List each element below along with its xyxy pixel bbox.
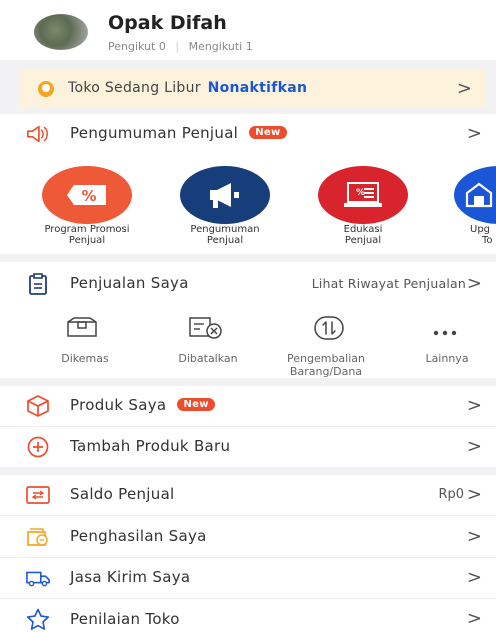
shop-name: Opak Difah <box>108 12 227 34</box>
megaphone-outline-icon <box>26 122 50 146</box>
add-new-product-label: Tambah Produk Baru <box>70 437 231 455</box>
chevron-right-icon: > <box>466 526 482 547</box>
seller-education-button[interactable]: % <box>318 166 408 224</box>
deactivate-holiday-link[interactable]: Nonaktifkan <box>208 80 308 96</box>
my-sales-row[interactable]: Penjualan Saya Lihat Riwayat Penjualan > <box>0 262 496 304</box>
my-shipping-service-row[interactable]: Jasa Kirim Saya > <box>0 558 496 598</box>
shop-icon <box>465 182 493 208</box>
my-products-label: Produk Saya <box>70 396 167 414</box>
cancelled-status-button[interactable] <box>188 316 228 340</box>
more-status-button[interactable] <box>432 322 462 336</box>
my-income-label: Penghasilan Saya <box>70 527 207 545</box>
seller-education-label: Edukasi Penjual <box>343 224 383 246</box>
star-icon <box>26 607 50 631</box>
cancelled-box-icon <box>189 317 222 339</box>
seller-balance-value: Rp0 <box>438 487 464 502</box>
quick-links-section: % % Program Promosi Penjual Pengumuman P… <box>0 154 496 254</box>
upgrade-shop-label: Upg To <box>470 224 493 246</box>
cancelled-status-label: Dibatalkan <box>178 352 238 365</box>
order-status-section: Dikemas Dibatalkan Pengembalian Barang/D… <box>0 304 496 378</box>
follow-stats: Pengikut 0 | Mengikuti 1 <box>108 40 253 53</box>
packing-status-button[interactable] <box>65 316 105 340</box>
laptop-icon: % <box>344 182 382 207</box>
chevron-right-icon: > <box>466 395 482 416</box>
new-badge: New <box>249 126 287 139</box>
my-income-row[interactable]: Penghasilan Saya > <box>0 516 496 557</box>
chevron-right-icon: > <box>466 436 482 457</box>
seller-announcement-button[interactable] <box>180 166 270 224</box>
packing-status-label: Dikemas <box>61 352 109 365</box>
svg-text:%: % <box>356 188 365 198</box>
clipboard-icon <box>26 272 50 296</box>
add-circle-icon <box>26 435 50 459</box>
avatar[interactable] <box>34 14 88 50</box>
add-new-product-row[interactable]: Tambah Produk Baru > <box>0 427 496 467</box>
seller-balance-label: Saldo Penjual <box>70 485 175 503</box>
followers-count[interactable]: Pengikut 0 <box>108 40 166 53</box>
discount-tag-icon: % <box>67 185 106 205</box>
chevron-right-icon: > <box>466 567 482 588</box>
megaphone-icon <box>210 183 239 208</box>
shop-rating-row[interactable]: Penilaian Toko > <box>0 599 496 632</box>
announcement-label: Pengumuman Penjual <box>70 124 239 142</box>
seller-announcement-row[interactable]: Pengumuman Penjual New > <box>0 114 496 154</box>
seller-announcement-label: Pengumuman Penjual <box>190 224 260 246</box>
holiday-text: Toko Sedang Libur Nonaktifkan <box>68 80 308 96</box>
return-refund-status-label: Pengembalian Barang/Dana <box>287 352 365 378</box>
more-dots-icon <box>433 330 457 336</box>
return-icon <box>314 316 344 340</box>
svg-text:%: % <box>81 187 96 205</box>
chevron-right-icon: > <box>466 123 482 144</box>
promo-program-label: Program Promosi Penjual <box>44 224 130 246</box>
delivery-truck-icon <box>26 566 50 590</box>
product-box-icon <box>26 394 50 418</box>
promo-program-button[interactable]: % <box>42 166 132 224</box>
my-sales-title: Penjualan Saya <box>70 274 189 292</box>
chevron-right-icon: > <box>466 608 482 629</box>
return-refund-status-button[interactable] <box>314 316 350 340</box>
my-shipping-service-label: Jasa Kirim Saya <box>70 568 191 586</box>
chevron-right-icon: > <box>466 273 482 294</box>
holiday-bulb-icon <box>38 81 54 97</box>
sales-history-link[interactable]: Lihat Riwayat Penjualan <box>312 276 466 291</box>
chevron-right-icon: > <box>466 484 482 505</box>
upgrade-shop-button[interactable] <box>454 166 496 224</box>
holiday-mode-banner[interactable]: Toko Sedang Libur Nonaktifkan > <box>20 70 486 108</box>
more-status-label: Lainnya <box>425 352 469 365</box>
shop-rating-label: Penilaian Toko <box>70 610 180 628</box>
income-wallet-icon <box>26 525 50 549</box>
wallet-icon <box>26 483 50 507</box>
profile-header[interactable]: Opak Difah Pengikut 0 | Mengikuti 1 <box>0 0 496 60</box>
chevron-right-icon: > <box>456 78 472 99</box>
seller-balance-row[interactable]: Saldo Penjual Rp0 > <box>0 475 496 515</box>
my-products-row[interactable]: Produk Saya New > <box>0 386 496 426</box>
box-icon <box>67 317 97 337</box>
new-badge: New <box>177 398 215 411</box>
following-count[interactable]: Mengikuti 1 <box>189 40 253 53</box>
